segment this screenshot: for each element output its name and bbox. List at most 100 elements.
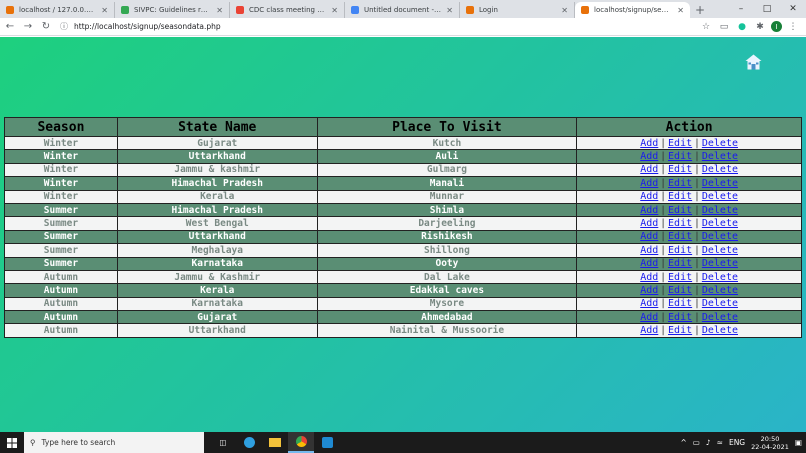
add-link[interactable]: Add: [640, 298, 658, 309]
delete-link[interactable]: Delete: [702, 325, 738, 336]
task-view-icon[interactable]: ◫: [210, 432, 236, 453]
edge-icon[interactable]: [236, 432, 262, 453]
windows-start-button[interactable]: [0, 432, 24, 453]
add-link[interactable]: Add: [640, 258, 658, 269]
clock[interactable]: 20:50 22-04-2021: [751, 435, 789, 451]
edit-link[interactable]: Edit: [668, 218, 692, 229]
edit-link[interactable]: Edit: [668, 205, 692, 216]
minimize-icon[interactable]: –: [728, 0, 754, 18]
cell-state: Gujarat: [116, 135, 318, 151]
browser-tab[interactable]: CDC class meeting details 2 ✕: [230, 2, 345, 18]
edit-link[interactable]: Edit: [668, 191, 692, 202]
taskbar-search-box[interactable]: ⚲ Type here to search: [24, 432, 204, 453]
edit-link[interactable]: Edit: [668, 138, 692, 149]
edit-link[interactable]: Edit: [668, 245, 692, 256]
cell-action: Add | Edit | Delete: [576, 310, 802, 325]
edit-link[interactable]: Edit: [668, 312, 692, 323]
edit-link[interactable]: Edit: [668, 231, 692, 242]
tab-label: Login: [479, 6, 498, 14]
add-link[interactable]: Add: [640, 272, 658, 283]
delete-link[interactable]: Delete: [702, 191, 738, 202]
tab-close-icon[interactable]: ✕: [561, 6, 568, 15]
tab-close-icon[interactable]: ✕: [331, 6, 338, 15]
file-explorer-icon[interactable]: [262, 432, 288, 453]
address-bar[interactable]: ⓘ http://localhost/signup/seasondata.php: [60, 20, 699, 34]
delete-link[interactable]: Delete: [702, 231, 738, 242]
menu-kebab-icon[interactable]: ⋮: [786, 20, 800, 34]
add-link[interactable]: Add: [640, 231, 658, 242]
browser-tab[interactable]: localhost/signup/seasondat ✕: [575, 2, 690, 18]
add-link[interactable]: Add: [640, 164, 658, 175]
cell-place: Manali: [316, 176, 578, 191]
browser-toolbar: ← → ↻ ⓘ http://localhost/signup/seasonda…: [0, 18, 806, 36]
vscode-icon[interactable]: [314, 432, 340, 453]
profile-avatar[interactable]: I: [771, 21, 782, 32]
delete-link[interactable]: Delete: [702, 178, 738, 189]
add-link[interactable]: Add: [640, 218, 658, 229]
notification-icon[interactable]: ▣: [795, 438, 802, 447]
home-icon[interactable]: [745, 54, 762, 70]
edit-link[interactable]: Edit: [668, 325, 692, 336]
cell-state: Kerala: [116, 189, 318, 204]
add-link[interactable]: Add: [640, 312, 658, 323]
add-link[interactable]: Add: [640, 191, 658, 202]
browser-tab[interactable]: localhost / 127.0.0.1 / test1 / ✕: [0, 2, 115, 18]
add-link[interactable]: Add: [640, 245, 658, 256]
browser-tab[interactable]: SIVPC: Guidelines regarding ✕: [115, 2, 230, 18]
edit-link[interactable]: Edit: [668, 272, 692, 283]
delete-link[interactable]: Delete: [702, 164, 738, 175]
action-separator: |: [660, 191, 667, 203]
edit-link[interactable]: Edit: [668, 258, 692, 269]
delete-link[interactable]: Delete: [702, 258, 738, 269]
site-info-icon[interactable]: ⓘ: [60, 21, 68, 32]
new-tab-button[interactable]: +: [690, 2, 710, 18]
grammarly-icon[interactable]: ●: [735, 20, 749, 34]
chrome-icon[interactable]: [288, 432, 314, 453]
add-link[interactable]: Add: [640, 325, 658, 336]
delete-link[interactable]: Delete: [702, 285, 738, 296]
delete-link[interactable]: Delete: [702, 218, 738, 229]
language-indicator[interactable]: ENG: [729, 438, 745, 447]
add-link[interactable]: Add: [640, 285, 658, 296]
delete-link[interactable]: Delete: [702, 298, 738, 309]
volume-icon[interactable]: ♪: [706, 438, 711, 447]
back-arrow-icon[interactable]: ←: [2, 19, 18, 35]
extensions-puzzle-icon[interactable]: ✱: [753, 20, 767, 34]
battery-icon[interactable]: ▭: [693, 438, 700, 447]
browser-tab[interactable]: Untitled document - Google ✕: [345, 2, 460, 18]
cell-action: Add | Edit | Delete: [576, 283, 802, 298]
delete-link[interactable]: Delete: [702, 138, 738, 149]
delete-link[interactable]: Delete: [702, 312, 738, 323]
add-link[interactable]: Add: [640, 178, 658, 189]
cell-season: Summer: [4, 202, 118, 218]
tab-close-icon[interactable]: ✕: [446, 6, 453, 15]
delete-link[interactable]: Delete: [702, 205, 738, 216]
edit-link[interactable]: Edit: [668, 285, 692, 296]
cell-state: West Bengal: [116, 216, 318, 231]
tab-close-icon[interactable]: ✕: [101, 6, 108, 15]
cell-state: Kerala: [116, 283, 318, 298]
forward-arrow-icon[interactable]: →: [20, 19, 36, 35]
edit-link[interactable]: Edit: [668, 298, 692, 309]
edit-link[interactable]: Edit: [668, 151, 692, 162]
edit-link[interactable]: Edit: [668, 178, 692, 189]
tab-close-icon[interactable]: ✕: [677, 6, 684, 15]
add-link[interactable]: Add: [640, 151, 658, 162]
delete-link[interactable]: Delete: [702, 151, 738, 162]
bookmark-star-icon[interactable]: ☆: [699, 20, 713, 34]
page-background: Season State Name Place To Visit Action …: [0, 37, 806, 432]
tab-close-icon[interactable]: ✕: [216, 6, 223, 15]
edit-link[interactable]: Edit: [668, 164, 692, 175]
browser-tab[interactable]: Login ✕: [460, 2, 575, 18]
cell-action: Add | Edit | Delete: [576, 256, 802, 271]
add-link[interactable]: Add: [640, 138, 658, 149]
maximize-icon[interactable]: □: [754, 0, 780, 18]
network-icon[interactable]: ≈: [717, 438, 723, 447]
delete-link[interactable]: Delete: [702, 272, 738, 283]
cast-icon[interactable]: ▭: [717, 20, 731, 34]
chevron-up-icon[interactable]: ^: [680, 438, 686, 447]
delete-link[interactable]: Delete: [702, 245, 738, 256]
close-window-icon[interactable]: ✕: [780, 0, 806, 18]
add-link[interactable]: Add: [640, 205, 658, 216]
reload-icon[interactable]: ↻: [38, 19, 54, 35]
